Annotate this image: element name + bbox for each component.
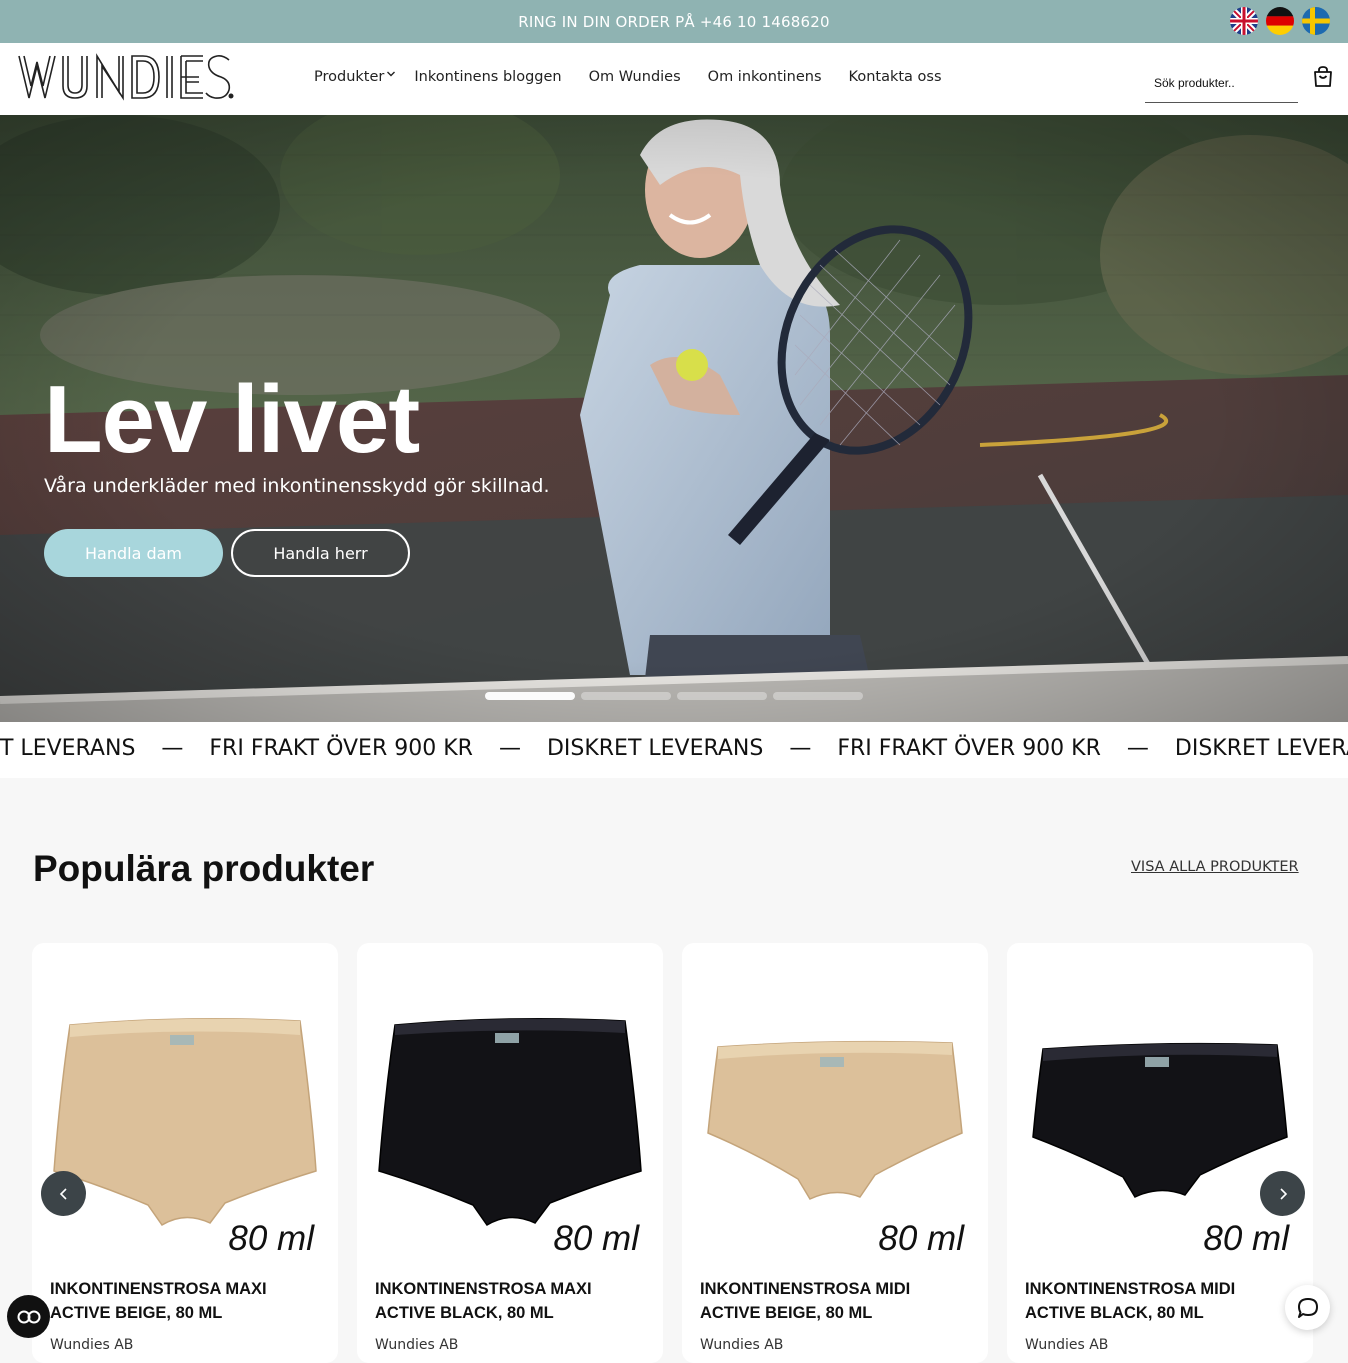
product-brand: Wundies AB [1025,1337,1109,1353]
accessibility-button[interactable] [7,1295,50,1338]
shop-women-button[interactable]: Handla dam [44,529,223,577]
slider-pagination [485,692,863,700]
slide-dot-1[interactable] [485,692,575,700]
uk-flag-icon[interactable] [1230,7,1258,35]
nav-om-inkontinens[interactable]: Om inkontinens [708,69,822,85]
shop-men-button[interactable]: Handla herr [231,529,410,577]
announcement-text: RING IN DIN ORDER PÅ +46 10 1468620 [518,12,830,31]
product-volume: 80 ml [878,1219,964,1258]
search-box [1145,63,1298,103]
product-brand: Wundies AB [375,1337,459,1353]
cart-icon[interactable] [1311,65,1335,89]
product-brand: Wundies AB [700,1337,784,1353]
product-volume: 80 ml [228,1219,314,1258]
product-card[interactable]: 80 ml INKONTINENSTROSA MIDI ACTIVE BLACK… [1007,943,1313,1363]
site-header: Produkter Inkontinens bloggen Om Wundies… [0,43,1348,115]
marquee-separator: — [498,736,521,761]
product-card[interactable]: 80 ml INKONTINENSTROSA MIDI ACTIVE BEIGE… [682,943,988,1363]
product-volume: 80 ml [553,1219,639,1258]
product-image [53,1018,317,1227]
product-name[interactable]: INKONTINENSTROSA MAXI ACTIVE BEIGE, 80 M… [50,1277,320,1325]
main-nav: Produkter Inkontinens bloggen Om Wundies… [314,69,969,85]
product-name[interactable]: INKONTINENSTROSA MIDI ACTIVE BLACK, 80 M… [1025,1277,1295,1325]
carousel-prev-button[interactable] [41,1171,86,1216]
slide-dot-2[interactable] [581,692,671,700]
hero-title: Lev livet [44,366,420,473]
product-card[interactable]: 80 ml INKONTINENSTROSA MAXI ACTIVE BLACK… [357,943,663,1363]
announcement-bar: RING IN DIN ORDER PÅ +46 10 1468620 [0,0,1348,43]
chat-bubble-icon [1297,1297,1318,1318]
marquee-separator: — [161,736,184,761]
chevron-down-icon [387,71,396,77]
accessibility-icon [17,1310,40,1323]
product-carousel: 80 ml INKONTINENSTROSA MAXI ACTIVE BEIGE… [32,943,1313,1363]
chat-button[interactable] [1285,1285,1330,1330]
marquee-item: FRI FRAKT ÖVER 900 KR [209,736,473,761]
chevron-left-icon [59,1187,67,1200]
slide-dot-4[interactable] [773,692,863,700]
hero-subtitle: Våra underkläder med inkontinensskydd gö… [44,475,550,497]
search-input[interactable] [1154,75,1294,90]
wundies-logo[interactable] [17,52,237,104]
product-image [378,1018,642,1227]
hero-slider: Lev livet Våra underkläder med inkontine… [0,115,1348,722]
product-volume: 80 ml [1203,1219,1289,1258]
carousel-next-button[interactable] [1260,1171,1305,1216]
marquee-separator: — [789,736,812,761]
marquee-item: DISKRET LEVERANS [546,736,764,761]
german-flag-icon[interactable] [1266,7,1294,35]
product-image [707,1040,963,1200]
product-card[interactable]: 80 ml INKONTINENSTROSA MAXI ACTIVE BEIGE… [32,943,338,1363]
nav-produkter[interactable]: Produkter [314,69,396,85]
nav-kontakta-oss[interactable]: Kontakta oss [849,69,942,85]
marquee-item: DISKRET LEVERANS [1174,736,1348,761]
marquee-track: T LEVERANS — FRI FRAKT ÖVER 900 KR — DIS… [0,736,1348,761]
swedish-flag-icon[interactable] [1302,7,1330,35]
language-switcher [1230,7,1330,35]
marquee-separator: — [1126,736,1149,761]
product-image [1032,1042,1288,1198]
slide-dot-3[interactable] [677,692,767,700]
product-brand: Wundies AB [50,1337,134,1353]
see-all-products-link[interactable]: VISA ALLA PRODUKTER [1131,859,1299,875]
section-title: Populära produkter [33,848,375,889]
product-name[interactable]: INKONTINENSTROSA MIDI ACTIVE BEIGE, 80 M… [700,1277,970,1325]
marquee-item: FRI FRAKT ÖVER 900 KR [837,736,1101,761]
product-name[interactable]: INKONTINENSTROSA MAXI ACTIVE BLACK, 80 M… [375,1277,645,1325]
nav-produkter-label: Produkter [314,69,385,85]
nav-om-wundies[interactable]: Om Wundies [589,69,681,85]
usp-marquee: T LEVERANS — FRI FRAKT ÖVER 900 KR — DIS… [0,722,1348,778]
chevron-right-icon [1279,1187,1287,1200]
nav-inkontinens-bloggen[interactable]: Inkontinens bloggen [414,69,561,85]
marquee-item: T LEVERANS [0,736,136,761]
